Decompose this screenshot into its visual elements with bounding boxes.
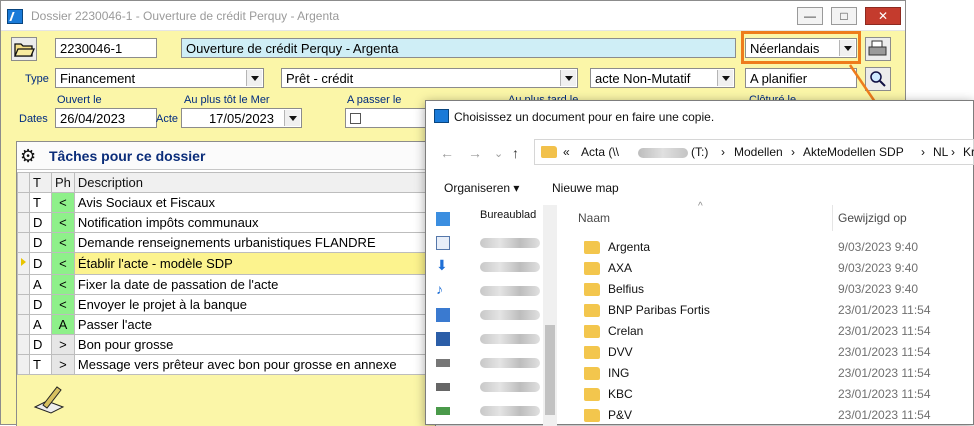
app-logo-icon <box>434 109 449 123</box>
pictures-icon <box>436 308 450 322</box>
folder-name: P&V <box>608 408 633 422</box>
up-arrow-icon[interactable]: ↑ <box>512 145 519 161</box>
back-arrow-icon[interactable]: ← <box>440 145 454 161</box>
sidebar-item-desktop[interactable]: Bureaublad <box>436 209 544 229</box>
sidebar-item[interactable] <box>436 329 544 349</box>
redacted-label <box>480 358 540 368</box>
list-item[interactable]: KBC 23/01/2023 11:54 <box>566 384 974 405</box>
sidebar-item[interactable] <box>436 233 544 253</box>
list-item[interactable]: AXA 9/03/2023 9:40 <box>566 258 974 279</box>
redacted-label <box>480 286 540 296</box>
path-segment[interactable]: Modellen <box>734 145 783 159</box>
drive-icon <box>436 359 450 367</box>
path-root[interactable]: Acta (\\ <box>581 145 619 159</box>
sidebar-item-label: Bureaublad <box>480 209 537 221</box>
folder-date: 23/01/2023 11:54 <box>838 387 931 401</box>
download-arrow-icon: ⬇ <box>436 257 448 273</box>
folder-date: 9/03/2023 9:40 <box>838 282 919 296</box>
list-item[interactable]: Belfius 9/03/2023 9:40 <box>566 279 974 300</box>
folder-name: BNP Paribas Fortis <box>608 303 710 317</box>
path-segment[interactable]: AkteModellen SDP <box>803 145 904 159</box>
video-icon <box>436 332 450 346</box>
folder-date: 23/01/2023 11:54 <box>838 324 931 338</box>
drive-icon <box>436 383 450 391</box>
file-open-dialog: Choisissez un document pour en faire une… <box>425 100 974 426</box>
sidebar-item[interactable]: ♪ <box>436 281 544 301</box>
folder-icon <box>584 241 600 254</box>
folder-icon <box>584 409 600 422</box>
new-folder-button[interactable]: Nieuwe map <box>552 181 619 195</box>
dialog-toolbar: Organiseren ▾ Nieuwe map <box>426 175 973 203</box>
redacted-label <box>480 238 540 248</box>
sidebar-item[interactable] <box>436 305 544 325</box>
folder-icon <box>584 346 600 359</box>
path-segment[interactable]: Krediet <box>963 145 974 159</box>
list-item[interactable]: ING 23/01/2023 11:54 <box>566 363 974 384</box>
path-separator: › <box>721 145 725 159</box>
path-drive[interactable]: (T:) <box>691 145 708 159</box>
list-item[interactable]: Crelan 23/01/2023 11:54 <box>566 321 974 342</box>
document-icon <box>436 236 450 250</box>
scrollbar-thumb[interactable] <box>545 325 555 415</box>
folder-date: 23/01/2023 11:54 <box>838 345 931 359</box>
sidebar-scrollbar[interactable] <box>543 205 557 426</box>
sidebar-item[interactable]: ⬇ <box>436 257 544 277</box>
folder-icon <box>584 367 600 380</box>
path-segment[interactable]: NL <box>933 145 948 159</box>
forward-arrow-icon[interactable]: → <box>468 145 482 161</box>
redacted-label <box>480 406 540 416</box>
organize-button[interactable]: Organiseren ▾ <box>444 181 519 195</box>
folder-name: Crelan <box>608 324 644 338</box>
folder-name: KBC <box>608 387 633 401</box>
folder-date: 23/01/2023 11:54 <box>838 408 931 422</box>
column-divider[interactable] <box>832 205 833 231</box>
folder-date: 23/01/2023 11:54 <box>838 366 931 380</box>
redacted-label <box>480 334 540 344</box>
sidebar-item[interactable] <box>436 377 544 397</box>
address-bar[interactable]: « Acta (\\ (T:) › Modellen › AkteModelle… <box>534 139 974 165</box>
folder-icon <box>584 262 600 275</box>
folder-icon <box>584 325 600 338</box>
path-separator: › <box>951 145 955 159</box>
folder-icon <box>584 388 600 401</box>
folder-name: Argenta <box>608 240 651 254</box>
recent-chevron-icon[interactable]: ⌄ <box>494 147 503 160</box>
file-list-header: Naam ^ Gewijzigd op <box>566 201 974 231</box>
path-prefix: « <box>563 145 570 159</box>
list-item[interactable]: DVV 23/01/2023 11:54 <box>566 342 974 363</box>
dialog-title: Choisissez un document pour en faire une… <box>454 110 715 124</box>
folder-icon <box>584 304 600 317</box>
list-item[interactable]: BNP Paribas Fortis 23/01/2023 11:54 <box>566 300 974 321</box>
folder-date: 23/01/2023 11:54 <box>838 303 931 317</box>
navigation-bar: ← → ⌄ ↑ « Acta (\\ (T:) › Modellen › Akt… <box>426 137 974 169</box>
desktop-icon <box>436 212 450 226</box>
sidebar-item[interactable] <box>436 353 544 373</box>
folder-name: DVV <box>608 345 633 359</box>
list-item[interactable]: P&V 23/01/2023 11:54 <box>566 405 974 426</box>
redacted-label <box>480 262 540 272</box>
column-modified[interactable]: Gewijzigd op <box>838 211 907 225</box>
folder-name: AXA <box>608 261 633 275</box>
sort-ascending-icon: ^ <box>698 201 703 212</box>
folder-name: ING <box>608 366 630 380</box>
path-separator: › <box>921 145 925 159</box>
music-icon: ♪ <box>436 281 443 297</box>
folder-icon <box>541 146 557 158</box>
sidebar-item[interactable] <box>436 401 544 421</box>
folder-name: Belfius <box>608 282 645 296</box>
folder-icon <box>584 283 600 296</box>
network-drive-icon <box>436 407 450 415</box>
path-separator: › <box>791 145 795 159</box>
column-name[interactable]: Naam <box>578 211 610 225</box>
folder-date: 9/03/2023 9:40 <box>838 261 919 275</box>
folder-date: 9/03/2023 9:40 <box>838 240 919 254</box>
redacted-label <box>480 310 540 320</box>
redacted-label <box>480 382 540 392</box>
redacted-server-name <box>638 148 688 158</box>
list-item[interactable]: Argenta 9/03/2023 9:40 <box>566 237 974 258</box>
